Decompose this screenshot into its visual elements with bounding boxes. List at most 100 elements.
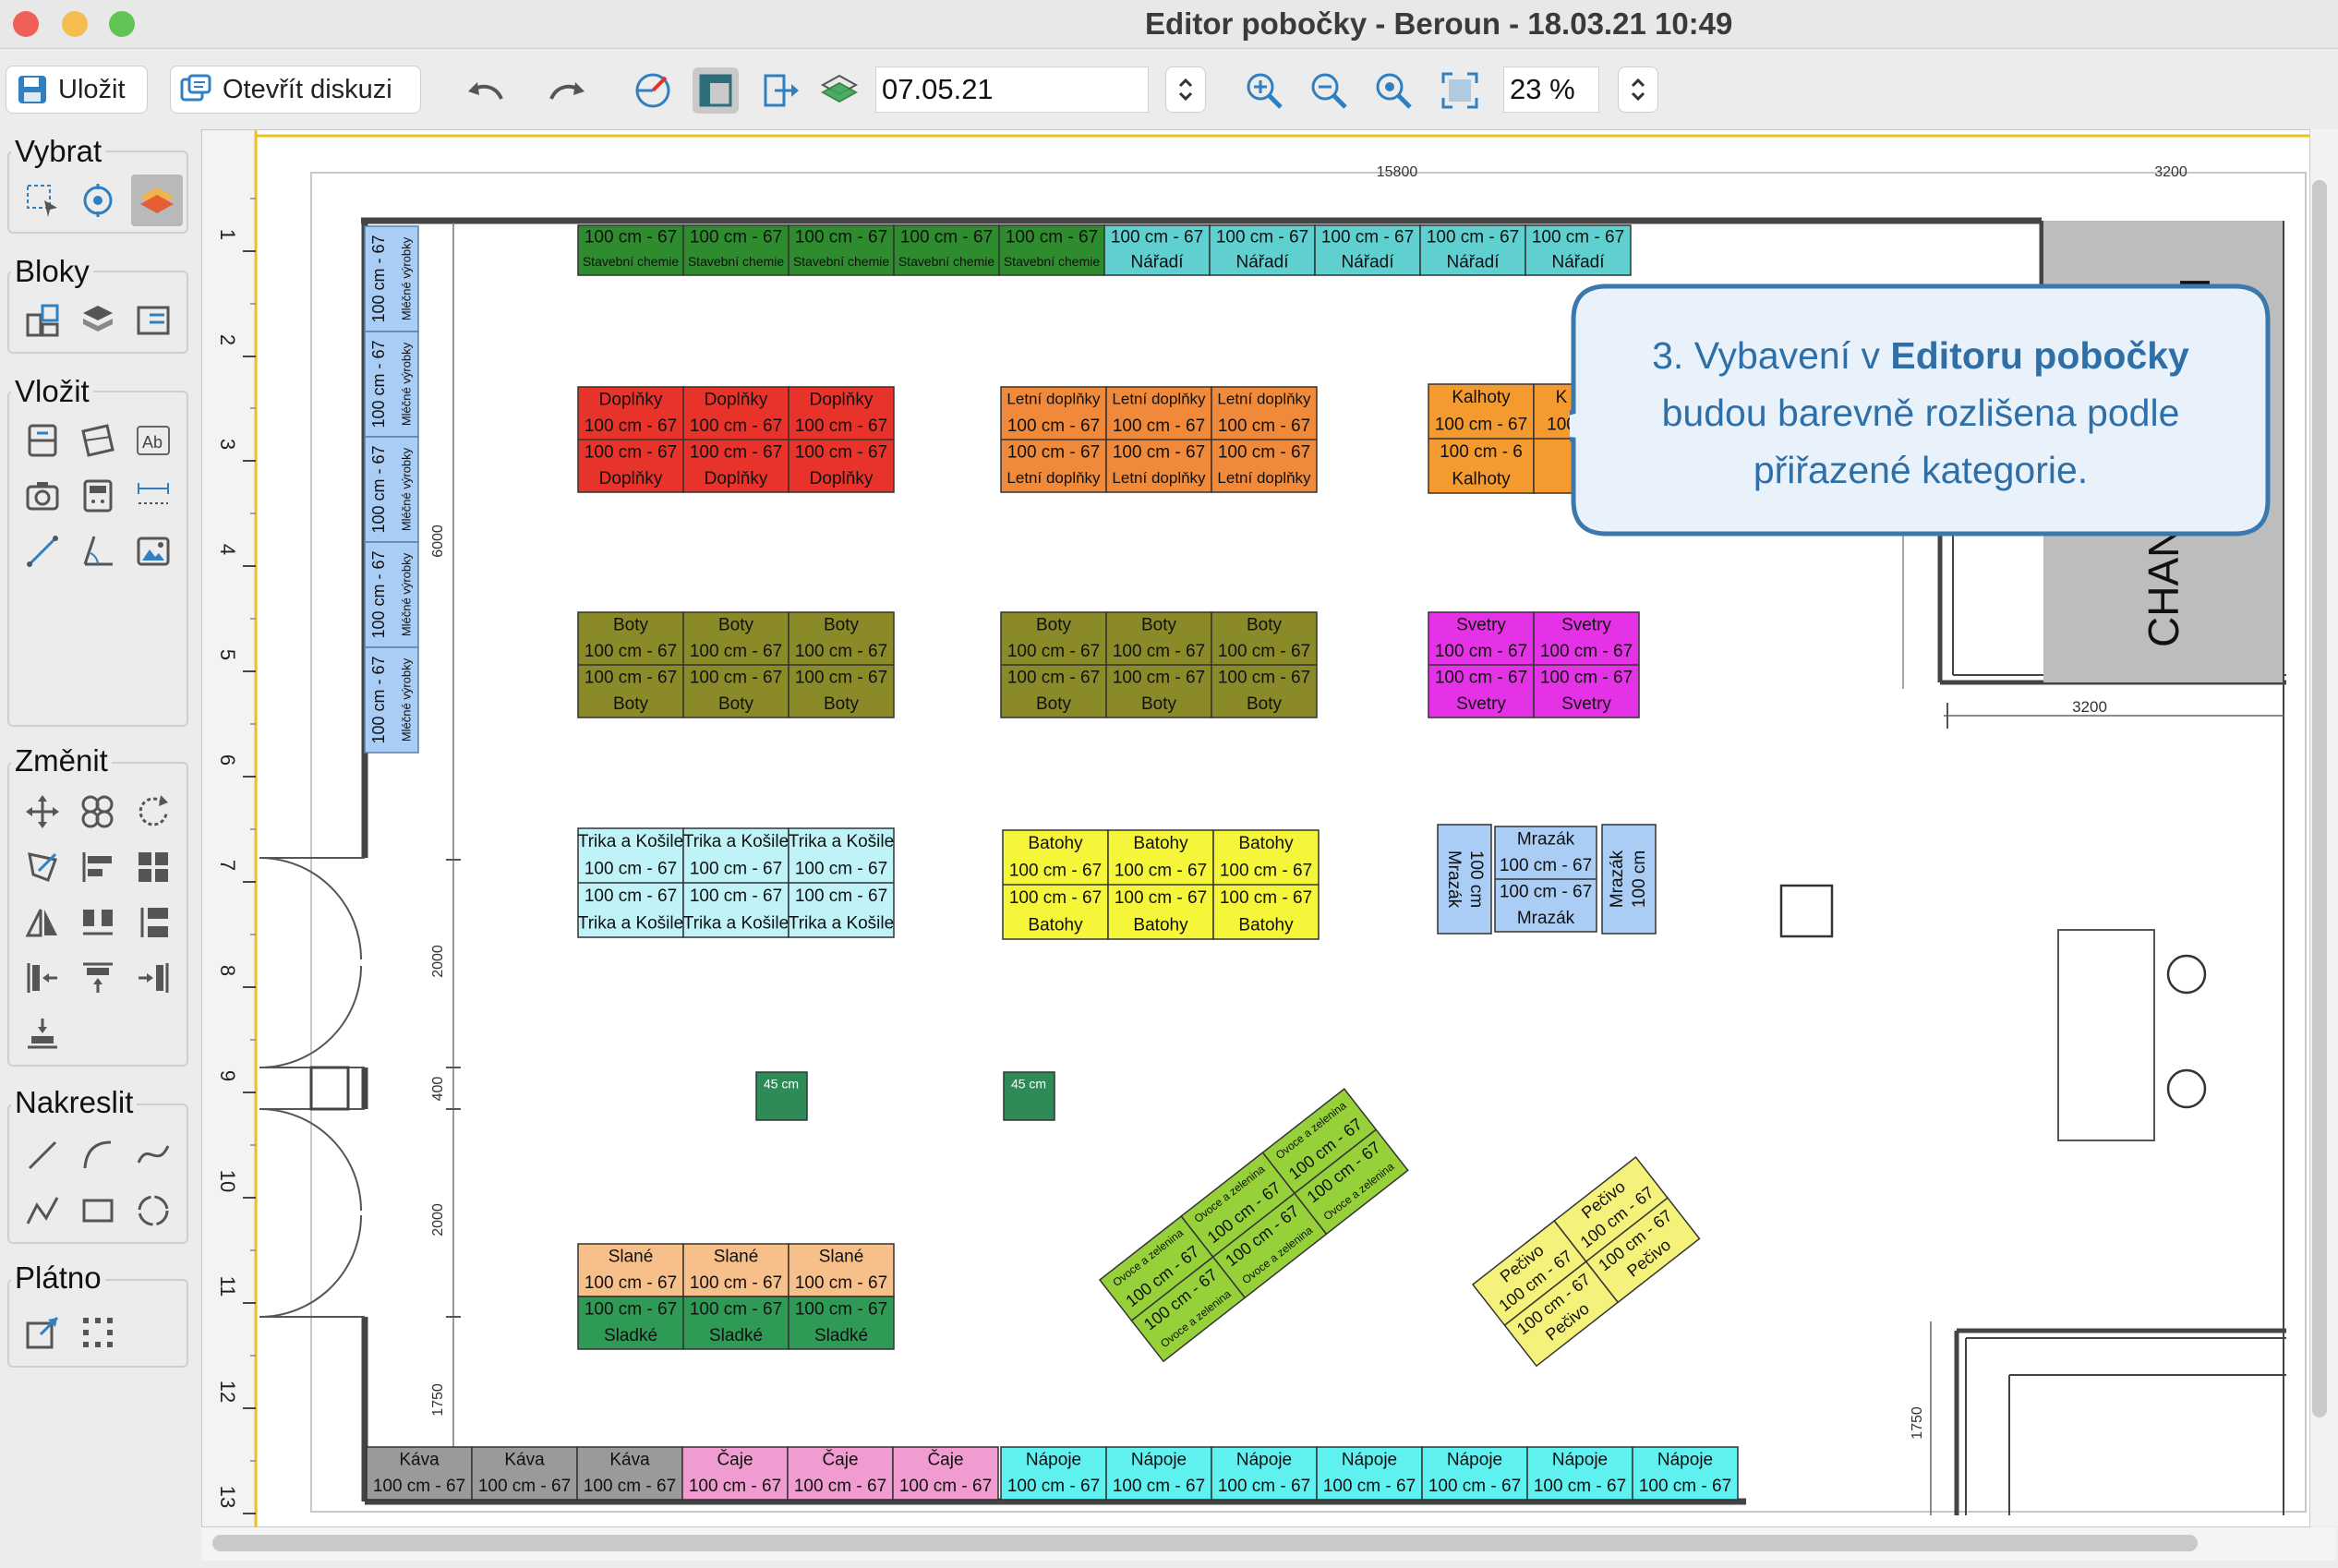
draw-arc-icon[interactable] xyxy=(76,1133,120,1177)
chair-1[interactable] xyxy=(2166,954,2207,995)
shelf-unit[interactable]: Mrazák 100 cm xyxy=(1437,824,1492,935)
zoom-window-button[interactable] xyxy=(109,11,135,37)
shelf-unit[interactable]: Boty 100 cm - 67 100 cm - 67 Boty xyxy=(788,611,895,718)
align-to-right-icon[interactable] xyxy=(131,956,175,1000)
small-shelf[interactable]: 45 cm xyxy=(755,1071,808,1121)
shelf-unit[interactable]: 100 cm - 67 Stavební chemie xyxy=(577,224,684,276)
shelf-unit[interactable]: Nápoje 100 cm - 67 xyxy=(1632,1446,1739,1501)
zoom-out-icon[interactable] xyxy=(1306,67,1352,114)
copy-shapes-icon[interactable] xyxy=(76,790,120,834)
shelf-unit[interactable]: Nápoje 100 cm - 67 xyxy=(1105,1446,1212,1501)
minimize-window-button[interactable] xyxy=(62,11,88,37)
shelf-group-bakery[interactable]: Pečivo100 cm - 67100 cm - 67PečivoPečivo… xyxy=(1471,1156,1701,1368)
shelf-unit[interactable]: Boty 100 cm - 67 100 cm - 67 Boty xyxy=(1000,611,1107,718)
shelf-unit[interactable]: 100 cm - 67 Mléčné výrobky xyxy=(364,225,419,332)
zoom-in-icon[interactable] xyxy=(1241,67,1287,114)
small-shelf[interactable]: 45 cm xyxy=(1003,1071,1055,1121)
mirror-icon[interactable] xyxy=(20,900,65,945)
shelf-unit[interactable]: Boty 100 cm - 67 100 cm - 67 Boty xyxy=(1211,611,1318,718)
distribute-horizontal-icon[interactable] xyxy=(76,900,120,945)
open-discussion-button[interactable]: Otevřít diskuzi xyxy=(170,66,421,114)
date-input[interactable]: 07.05.21 xyxy=(875,66,1149,113)
shelf-unit[interactable]: 100 cm - 67 Stavební chemie xyxy=(998,224,1105,276)
shelf-unit[interactable]: 100 cm - 67 Nářadí xyxy=(1103,224,1211,276)
shelf-unit[interactable]: 100 cm - 67 Nářadí xyxy=(1209,224,1316,276)
insert-dimension-icon[interactable] xyxy=(131,474,175,518)
point-select-icon[interactable] xyxy=(76,178,120,223)
block-stack-icon[interactable] xyxy=(76,298,120,343)
shelf-unit[interactable]: Slané 100 cm - 67 xyxy=(788,1243,895,1297)
shelf-unit[interactable]: Trika a Košile 100 cm - 67 100 cm - 67 Trik… xyxy=(577,827,684,938)
shelf-unit[interactable]: Svetry 100 cm - 67 100 cm - 67 Svetry xyxy=(1533,611,1640,718)
zoom-stepper[interactable] xyxy=(1618,66,1658,113)
distribute-vertical-icon[interactable] xyxy=(131,900,175,945)
vertical-scrollbar-thumb[interactable] xyxy=(2312,180,2327,1417)
grid-arrange-icon[interactable] xyxy=(131,845,175,889)
shelf-unit[interactable]: Čaje 100 cm - 67 xyxy=(787,1446,894,1501)
shelf-unit[interactable]: Kalhoty 100 cm - 67 100 cm - 6 Kalhoty xyxy=(1428,383,1535,494)
shelf-unit[interactable]: Mrazák 100 cm xyxy=(1601,824,1657,935)
insert-text-icon[interactable]: Ab xyxy=(131,418,175,463)
shelf-unit[interactable]: Trika a Košile 100 cm - 67 100 cm - 67 Trik… xyxy=(788,827,895,938)
shelf-unit[interactable]: 100 cm - 67 Stavební chemie xyxy=(682,224,789,276)
block-library-icon[interactable] xyxy=(131,298,175,343)
shelf-unit[interactable]: 100 cm - 67 Stavební chemie xyxy=(788,224,895,276)
shelf-unit[interactable]: 100 cm - 67 Sladké xyxy=(788,1296,895,1350)
redo-icon[interactable] xyxy=(545,67,591,114)
canvas-resize-icon[interactable] xyxy=(20,1310,65,1355)
shelf-unit[interactable]: Letní doplňky 100 cm - 67 100 cm - 67 Letní… xyxy=(1211,386,1318,493)
column-box[interactable] xyxy=(1779,884,1834,938)
shelf-unit[interactable]: Trika a Košile 100 cm - 67 100 cm - 67 Trik… xyxy=(682,827,789,938)
layer-select-icon[interactable] xyxy=(131,175,183,226)
shelf-unit[interactable]: Letní doplňky 100 cm - 67 100 cm - 67 Letní… xyxy=(1000,386,1107,493)
shelf-unit[interactable]: Svetry 100 cm - 67 100 cm - 67 Svetry xyxy=(1428,611,1535,718)
draw-rectangle-icon[interactable] xyxy=(76,1188,120,1233)
shelf-unit[interactable]: 100 cm - 67 Stavební chemie xyxy=(893,224,1000,276)
chair-2[interactable] xyxy=(2166,1068,2207,1109)
shelf-group-produce[interactable]: Ovoce a zelenina100 cm - 67100 cm - 67Ov… xyxy=(1098,1088,1409,1363)
draw-curve-icon[interactable] xyxy=(131,1133,175,1177)
shelf-unit[interactable]: Doplňky 100 cm - 67 100 cm - 67 Doplňky xyxy=(682,386,789,493)
shelf-unit[interactable]: Batohy 100 cm - 67 100 cm - 67 Batohy xyxy=(1002,829,1109,940)
draw-line-icon[interactable] xyxy=(20,1133,65,1177)
draw-circle-icon[interactable] xyxy=(131,1188,175,1233)
zoom-reset-icon[interactable] xyxy=(1370,67,1416,114)
align-to-bottom-icon[interactable] xyxy=(20,1011,65,1055)
align-to-left-icon[interactable] xyxy=(20,956,65,1000)
shelf-unit[interactable]: Doplňky 100 cm - 67 100 cm - 67 Doplňky xyxy=(788,386,895,493)
move-icon[interactable] xyxy=(20,790,65,834)
shelf-unit[interactable]: 100 cm - 67 Mléčné výrobky xyxy=(364,541,419,648)
shelf-unit[interactable]: 100 cm - 67 Sladké xyxy=(577,1296,684,1350)
marquee-select-icon[interactable] xyxy=(20,178,65,223)
edit-shape-icon[interactable] xyxy=(20,845,65,889)
canvas-grid-icon[interactable] xyxy=(76,1310,120,1355)
shelf-unit[interactable]: 100 cm - 67 Nářadí xyxy=(1525,224,1632,276)
shelf-unit[interactable]: Batohy 100 cm - 67 100 cm - 67 Batohy xyxy=(1212,829,1320,940)
date-stepper[interactable] xyxy=(1165,66,1206,113)
insert-image-icon[interactable] xyxy=(131,529,175,573)
shelf-unit[interactable]: Čaje 100 cm - 67 xyxy=(681,1446,789,1501)
fit-to-screen-icon[interactable] xyxy=(1437,67,1483,114)
shelf-unit[interactable]: Káva 100 cm - 67 xyxy=(576,1446,683,1501)
shelf-unit[interactable]: Letní doplňky 100 cm - 67 100 cm - 67 Letní… xyxy=(1105,386,1212,493)
block-group-icon[interactable] xyxy=(20,298,65,343)
shelf-unit[interactable]: 100 cm - 67 Nářadí xyxy=(1419,224,1526,276)
shelf-unit[interactable]: Slané 100 cm - 67 xyxy=(577,1243,684,1297)
insert-rack-icon[interactable] xyxy=(76,418,120,463)
shelf-unit[interactable]: Boty 100 cm - 67 100 cm - 67 Boty xyxy=(682,611,789,718)
shelf-unit[interactable]: Boty 100 cm - 67 100 cm - 67 Boty xyxy=(1105,611,1212,718)
rotate-icon[interactable] xyxy=(131,790,175,834)
shelf-unit[interactable]: 100 cm - 67 Mléčné výrobky xyxy=(364,646,419,754)
layout-toggle-icon[interactable] xyxy=(693,67,739,114)
insert-device-icon[interactable] xyxy=(76,474,120,518)
insert-shelf-icon[interactable] xyxy=(20,418,65,463)
layers-icon[interactable] xyxy=(816,67,862,114)
export-icon[interactable] xyxy=(759,67,805,114)
save-button[interactable]: Uložit xyxy=(6,66,148,114)
shelf-unit[interactable]: Čaje 100 cm - 67 xyxy=(892,1446,999,1501)
shelf-unit[interactable]: Káva 100 cm - 67 xyxy=(366,1446,473,1501)
shelf-unit[interactable]: Káva 100 cm - 67 xyxy=(471,1446,578,1501)
shelf-unit[interactable]: 100 cm - 67 Nářadí xyxy=(1314,224,1421,276)
shelf-unit[interactable]: 100 cm - 67 Mléčné výrobky xyxy=(364,436,419,543)
shelf-unit[interactable]: Doplňky 100 cm - 67 100 cm - 67 Doplňky xyxy=(577,386,684,493)
